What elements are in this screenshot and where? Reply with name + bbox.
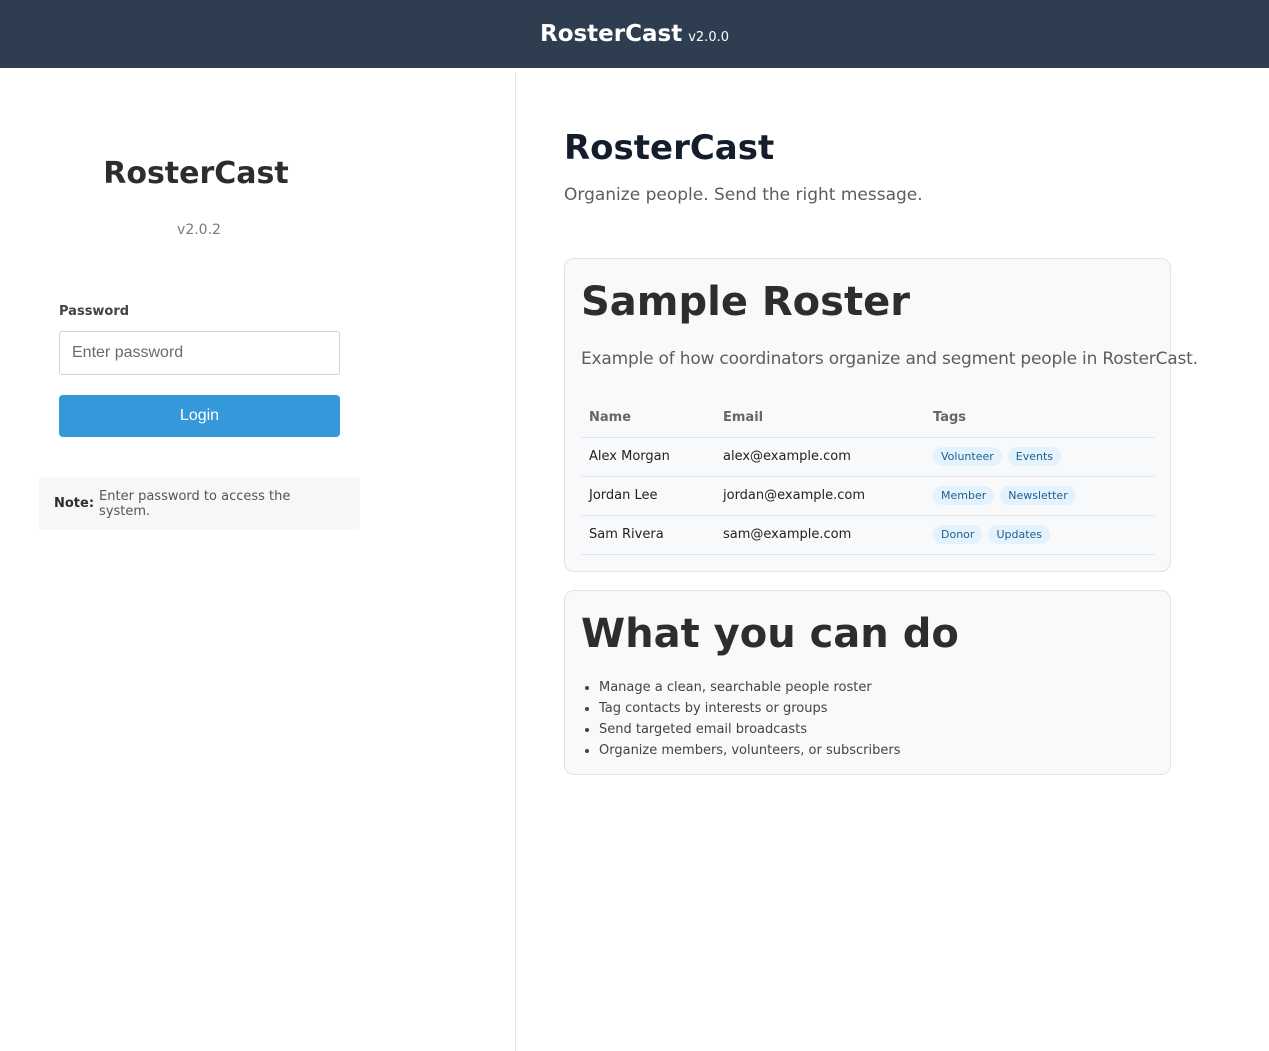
list-item: Send targeted email broadcasts	[599, 719, 1154, 740]
tag-badge: Updates	[988, 525, 1051, 544]
login-button[interactable]: Login	[59, 395, 340, 437]
hero-title: RosterCast	[564, 128, 775, 168]
password-input[interactable]	[59, 331, 340, 375]
list-item: Tag contacts by interests or groups	[599, 698, 1154, 719]
column-divider	[515, 72, 516, 1051]
column-header-name: Name	[581, 399, 715, 438]
cell-tags: Member Newsletter	[925, 476, 1155, 516]
features-card: What you can do Manage a clean, searchab…	[564, 590, 1171, 775]
app-version: v2.0.0	[688, 29, 729, 45]
table-row: Alex Morgan alex@example.com Volunteer Ev…	[581, 437, 1155, 477]
tag-badge: Member	[933, 486, 995, 505]
roster-description: Example of how coordinators organize and…	[581, 349, 1198, 369]
cell-name: Alex Morgan	[581, 437, 715, 477]
table-row: Jordan Lee jordan@example.com Member News…	[581, 476, 1155, 516]
cell-name: Sam Rivera	[581, 515, 715, 555]
note-label: Note:	[54, 496, 95, 511]
cell-tags: Donor Updates	[925, 515, 1155, 555]
features-title: What you can do	[581, 611, 959, 657]
features-list: Manage a clean, searchable people roster…	[581, 677, 1154, 761]
cell-name: Jordan Lee	[581, 476, 715, 516]
top-bar: RosterCast v2.0.0	[0, 0, 1269, 68]
tag-badge: Volunteer	[933, 447, 1002, 466]
sample-roster-card: Sample Roster Example of how coordinator…	[564, 258, 1198, 572]
note-text: Enter password to access the system.	[99, 488, 291, 519]
password-label: Password	[59, 304, 130, 319]
table-header-row: Name Email Tags	[581, 399, 1155, 438]
cell-email: sam@example.com	[715, 515, 925, 555]
column-header-tags: Tags	[925, 399, 1155, 438]
list-item: Manage a clean, searchable people roster	[599, 677, 1154, 698]
tag-badge: Newsletter	[1000, 486, 1076, 505]
login-title: RosterCast	[103, 156, 289, 191]
cell-email: jordan@example.com	[715, 476, 925, 516]
column-header-email: Email	[715, 399, 925, 438]
login-version: v2.0.2	[177, 222, 221, 238]
roster-table: Name Email Tags Alex Morgan alex@example…	[581, 399, 1155, 555]
roster-title: Sample Roster	[581, 279, 910, 325]
table-row: Sam Rivera sam@example.com Donor Updates	[581, 515, 1155, 555]
app-title: RosterCast	[539, 21, 683, 47]
tag-badge: Donor	[933, 525, 983, 544]
cell-email: alex@example.com	[715, 437, 925, 477]
cell-tags: Volunteer Events	[925, 437, 1155, 477]
tag-badge: Events	[1007, 447, 1062, 466]
hero-subtitle: Organize people. Send the right message.	[564, 185, 923, 205]
list-item: Organize members, volunteers, or subscri…	[599, 740, 1154, 761]
login-note: Note: Enter password to access the syste…	[39, 477, 360, 530]
